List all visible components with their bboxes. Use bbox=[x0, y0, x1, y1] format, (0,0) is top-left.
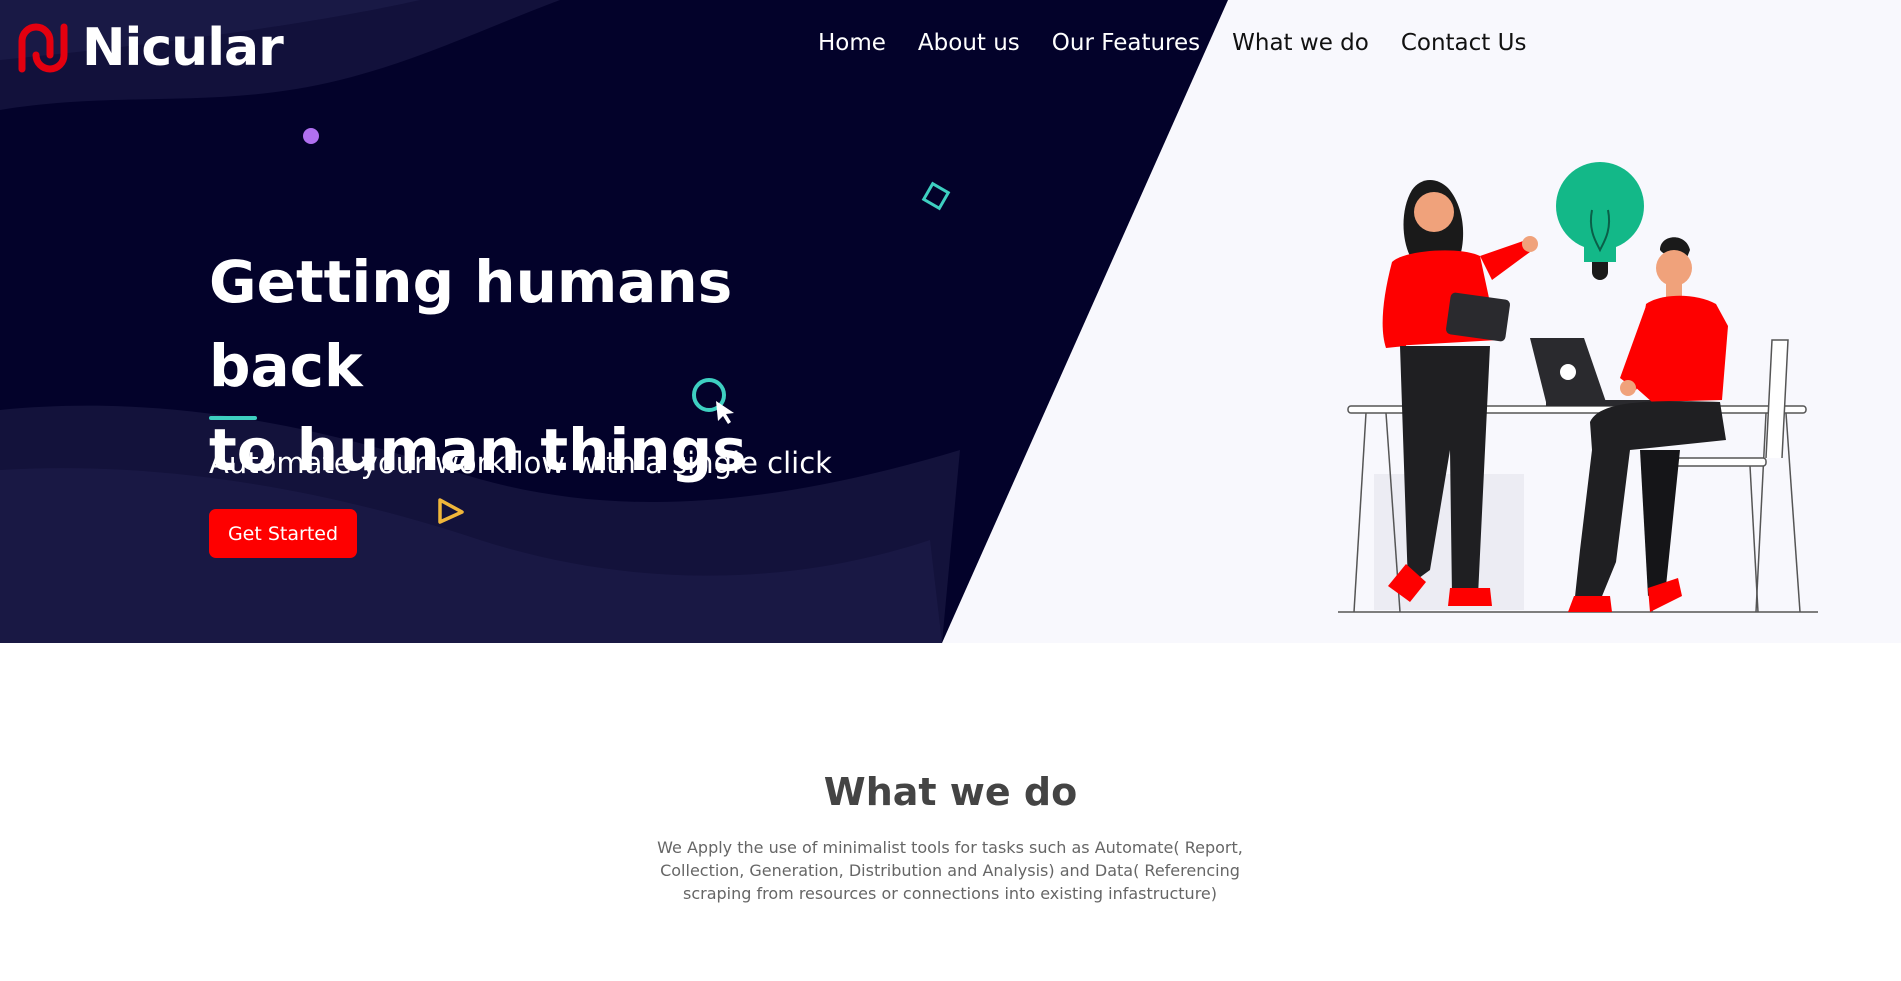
get-started-button[interactable]: Get Started bbox=[209, 509, 357, 558]
lightbulb-icon bbox=[1556, 162, 1644, 280]
brand-name: Nicular bbox=[82, 18, 284, 78]
section-title: What we do bbox=[823, 770, 1078, 814]
section-description: We Apply the use of minimalist tools for… bbox=[657, 838, 1243, 903]
logo-icon bbox=[18, 23, 68, 73]
dot-icon bbox=[303, 128, 319, 144]
main-nav: Home About us Our Features What we do Co… bbox=[818, 30, 1526, 56]
triangle-icon bbox=[438, 498, 464, 524]
nav-contact-us[interactable]: Contact Us bbox=[1401, 30, 1527, 56]
diamond-icon bbox=[921, 181, 951, 211]
nav-about-us[interactable]: About us bbox=[918, 30, 1020, 56]
hero-section: Nicular Home About us Our Features What … bbox=[0, 0, 1901, 643]
nav-our-features[interactable]: Our Features bbox=[1052, 30, 1200, 56]
headline-line-1: Getting humans back bbox=[209, 248, 733, 400]
hero-subtitle: Automate your workflow with a single cli… bbox=[209, 446, 832, 480]
nav-home[interactable]: Home bbox=[818, 30, 886, 56]
team-illustration bbox=[1338, 162, 1818, 613]
brand-logo[interactable]: Nicular bbox=[16, 18, 284, 78]
nav-what-we-do[interactable]: What we do bbox=[1232, 30, 1369, 56]
headline-accent-line bbox=[209, 416, 257, 420]
man-figure bbox=[1568, 237, 1728, 612]
